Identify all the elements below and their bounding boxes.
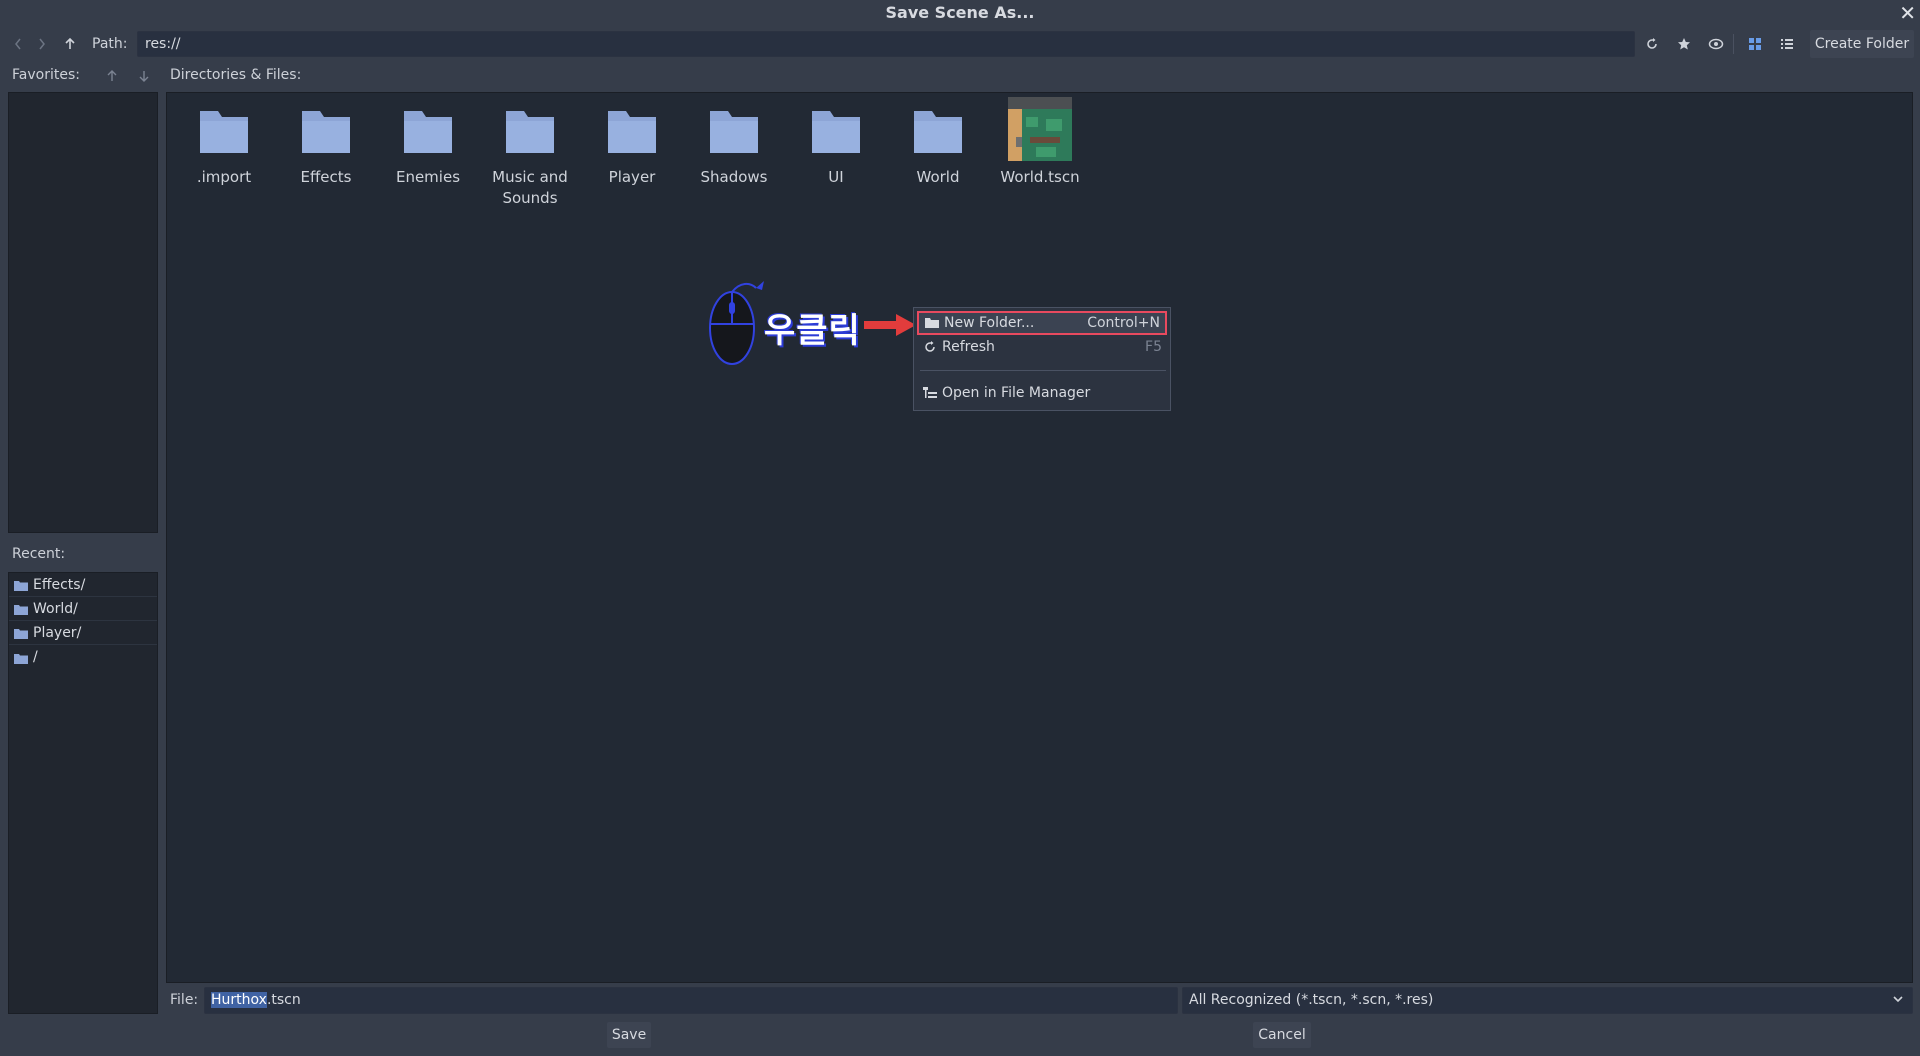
menu-item-open-in-file-manager[interactable]: Open in File Manager [917, 381, 1167, 405]
dialog-title: Save Scene As... [885, 3, 1035, 22]
scene-thumbnail-icon [1008, 97, 1072, 161]
file-item-label: Player [608, 168, 656, 186]
file-name-input[interactable]: Hurthox.tscn [204, 987, 1178, 1014]
save-button[interactable]: Save [607, 1022, 651, 1048]
folder-icon [294, 97, 358, 161]
recent-item[interactable]: Player/ [9, 621, 157, 645]
toggle-hidden-eye-icon[interactable] [1704, 30, 1728, 58]
folder-icon [396, 97, 460, 161]
create-folder-button[interactable]: Create Folder [1810, 30, 1914, 58]
folder-icon [498, 97, 562, 161]
file-item-label: World [916, 168, 960, 186]
go-up-icon[interactable] [58, 30, 82, 58]
folder-icon [925, 316, 939, 330]
folder-item-enemies[interactable]: Enemies [380, 93, 476, 188]
chevron-down-icon [1892, 992, 1904, 1010]
file-item-label: World.tscn [1000, 168, 1080, 186]
file-item-label: Enemies [395, 168, 461, 186]
file-item-world-tscn[interactable]: World.tscn [992, 93, 1088, 188]
folder-icon [906, 97, 970, 161]
path-toolbar: Path: res:// Create Folder [0, 30, 1920, 58]
cancel-button[interactable]: Cancel [1253, 1022, 1311, 1048]
menu-item-label: Open in File Manager [942, 385, 1091, 401]
context-menu: New Folder... Control+N Refresh F5 Open … [913, 307, 1171, 411]
menu-separator [920, 370, 1166, 371]
menu-item-shortcut: F5 [1145, 339, 1162, 355]
file-item-label: Shadows [700, 168, 768, 186]
folder-icon [804, 97, 868, 161]
menu-item-refresh[interactable]: Refresh F5 [917, 335, 1167, 359]
folder-icon [600, 97, 664, 161]
file-item-label: Music and Sounds [492, 168, 568, 207]
back-icon[interactable] [6, 30, 30, 58]
close-icon[interactable]: ✕ [1899, 0, 1916, 26]
recent-item[interactable]: / [9, 645, 157, 669]
folder-icon [702, 97, 766, 161]
file-filter-select[interactable]: All Recognized (*.tscn, *.scn, *.res) [1182, 987, 1913, 1014]
forward-icon[interactable] [30, 30, 54, 58]
menu-item-label: New Folder... [944, 315, 1035, 331]
file-item-label: UI [828, 168, 844, 186]
recent-item-label: Player/ [33, 624, 82, 641]
refresh-icon[interactable] [1640, 30, 1664, 58]
recent-item-label: World/ [33, 600, 78, 617]
right-click-annotation: 우클릭 [764, 311, 861, 351]
recent-label: Recent: [12, 546, 66, 562]
path-input[interactable]: res:// [137, 31, 1635, 57]
file-label: File: [170, 992, 199, 1008]
folder-item-player[interactable]: Player [584, 93, 680, 188]
folder-icon [14, 579, 28, 591]
file-item-label: Effects [300, 168, 352, 186]
menu-item-shortcut: Control+N [1087, 315, 1160, 331]
folder-item-ui[interactable]: UI [788, 93, 884, 188]
reload-icon [923, 340, 937, 354]
favorites-list[interactable] [8, 92, 158, 533]
list-view-icon[interactable] [1775, 30, 1799, 58]
favorites-label: Favorites: [12, 67, 80, 83]
path-label: Path: [92, 36, 128, 52]
recent-item-label: / [33, 649, 38, 665]
folder-icon [192, 97, 256, 161]
move-favorite-up-icon[interactable] [100, 62, 124, 90]
move-favorite-down-icon[interactable] [132, 62, 156, 90]
file-name-extension: .tscn [266, 992, 301, 1008]
recent-item[interactable]: Effects/ [9, 573, 157, 597]
filesystem-icon [923, 386, 937, 400]
title-bar: Save Scene As... ✕ [0, 0, 1920, 26]
folder-item-world[interactable]: World [890, 93, 986, 188]
file-filter-value: All Recognized (*.tscn, *.scn, *.res) [1189, 992, 1434, 1008]
folder-item-shadows[interactable]: Shadows [686, 93, 782, 188]
menu-item-label: Refresh [942, 339, 995, 355]
files-grid[interactable]: .import Effects Enemies Music and Sounds… [166, 92, 1913, 983]
folder-icon [14, 627, 28, 639]
menu-item-new-folder[interactable]: New Folder... Control+N [917, 311, 1167, 335]
folder-item-effects[interactable]: Effects [278, 93, 374, 188]
folder-item-music-and-sounds[interactable]: Music and Sounds [482, 93, 578, 209]
recent-item-label: Effects/ [33, 576, 86, 593]
folder-item-import[interactable]: .import [176, 93, 272, 188]
file-name-selection: Hurthox [211, 992, 267, 1008]
thumbnail-view-icon[interactable] [1743, 30, 1767, 58]
folder-icon [14, 652, 28, 664]
folder-icon [14, 603, 28, 615]
toolbar-separator [1733, 34, 1734, 54]
files-label: Directories & Files: [170, 67, 302, 83]
file-item-label: .import [196, 168, 252, 186]
favorite-star-icon[interactable] [1672, 30, 1696, 58]
arrow-icon [864, 314, 916, 336]
recent-item[interactable]: World/ [9, 597, 157, 621]
recent-list: Effects/ World/ Player/ / [8, 572, 158, 1014]
